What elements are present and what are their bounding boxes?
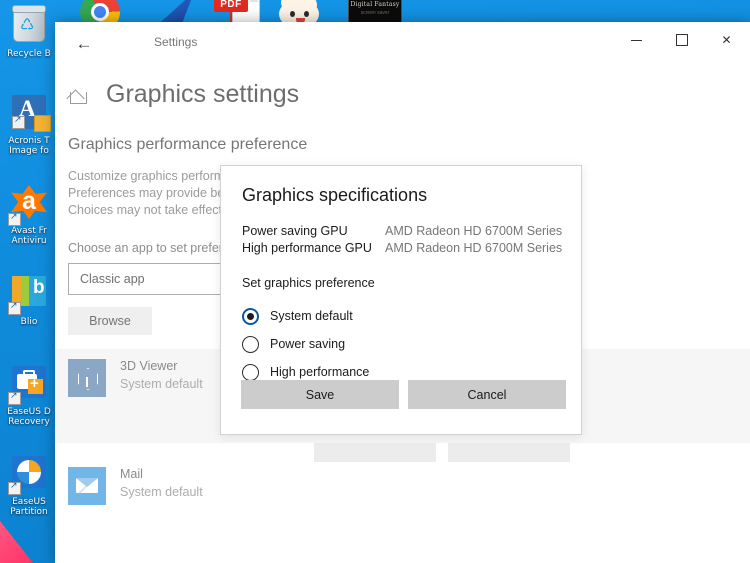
graphics-preference-radio-group: System default Power saving High perform…	[242, 302, 581, 386]
radio-label: Power saving	[270, 337, 346, 351]
shortcut-arrow-icon	[12, 114, 25, 129]
save-button[interactable]: Save	[241, 380, 399, 409]
app-item-name: Mail	[120, 467, 143, 481]
gpu-row-value: AMD Radeon HD 6700M Series	[385, 224, 563, 238]
maximize-icon	[675, 34, 688, 46]
desktop-icon-label: EaseUS Partition	[10, 497, 48, 517]
app-item-name: 3D Viewer	[120, 359, 178, 373]
shortcut-arrow-icon	[8, 480, 21, 495]
easeus-recovery-icon	[8, 366, 50, 406]
blio-icon	[8, 276, 50, 316]
easeus-partition-icon	[8, 456, 50, 496]
gpu-specifications-table: Power saving GPU AMD Radeon HD 6700M Ser…	[242, 223, 581, 257]
app-type-select-value: Classic app	[80, 272, 145, 286]
radio-button[interactable]	[242, 335, 259, 353]
minimize-icon	[631, 39, 642, 41]
radio-option-power-saving[interactable]: Power saving	[242, 330, 581, 358]
minimize-button[interactable]	[614, 22, 659, 58]
app-item-text: 3D Viewer System default	[120, 359, 203, 391]
gpu-row-value: AMD Radeon HD 6700M Series	[385, 241, 563, 255]
graphics-specifications-dialog: Graphics specifications Power saving GPU…	[220, 165, 582, 435]
dialog-actions: Save Cancel	[241, 380, 566, 409]
desktop-icon-label: Recycle B	[7, 49, 51, 59]
app-action-buttons	[314, 443, 570, 462]
home-icon[interactable]	[68, 86, 88, 104]
desktop-icon-blio[interactable]: Blio	[0, 272, 58, 327]
radio-button[interactable]	[242, 363, 259, 381]
radio-label: High performance	[270, 365, 370, 379]
close-button[interactable]: ✕	[704, 22, 749, 58]
cancel-button[interactable]: Cancel	[408, 380, 566, 409]
title-bar: ← Settings ✕	[55, 22, 750, 64]
cube-icon	[68, 359, 106, 397]
window-title: Settings	[154, 35, 198, 49]
digital-fantasy-sublabel: screen saver	[360, 10, 390, 16]
desktop-icon-avast[interactable]: Avast Fr Antiviru	[0, 182, 58, 246]
desktop-icon-recycle-bin[interactable]: Recycle B	[0, 4, 58, 59]
pdf-label: PDF	[214, 0, 248, 12]
desktop-icon-acronis[interactable]: Acronis T Image fo	[0, 92, 58, 156]
desktop-icon-label: Blio	[20, 317, 38, 327]
acronis-icon	[8, 95, 51, 135]
gpu-row-key: Power saving GPU	[242, 224, 348, 238]
digital-fantasy-label: Digital Fantasy	[350, 1, 400, 8]
envelope-icon	[68, 467, 106, 505]
app-remove-button[interactable]	[448, 443, 570, 462]
gpu-row: High performance GPU AMD Radeon HD 6700M…	[242, 240, 581, 257]
shortcut-arrow-icon	[8, 390, 21, 405]
gpu-row: Power saving GPU AMD Radeon HD 6700M Ser…	[242, 223, 581, 240]
shortcut-arrow-icon	[8, 300, 21, 315]
browse-button[interactable]: Browse	[68, 307, 152, 335]
radio-option-system-default[interactable]: System default	[242, 302, 581, 330]
app-list-item-mail[interactable]: Mail System default	[55, 457, 750, 529]
app-item-status: System default	[120, 485, 203, 499]
desktop-icon-label: EaseUS D Recovery	[7, 407, 51, 427]
desktop-icon-easeus-partition[interactable]: EaseUS Partition	[0, 452, 58, 517]
dialog-title: Graphics specifications	[242, 185, 428, 205]
maximize-button[interactable]	[659, 22, 704, 58]
radio-label: System default	[270, 309, 353, 323]
section-title: Graphics performance preference	[68, 136, 308, 153]
shortcut-arrow-icon	[8, 211, 21, 226]
app-item-status: System default	[120, 377, 203, 391]
desktop-icon-label: Avast Fr Antiviru	[11, 226, 47, 246]
app-options-button[interactable]	[314, 443, 436, 462]
recycle-bin-icon	[8, 5, 50, 48]
page-title: Graphics settings	[106, 80, 300, 108]
avast-icon	[8, 185, 50, 226]
desktop-icon-easeus-recovery[interactable]: EaseUS D Recovery	[0, 362, 58, 427]
desktop-icon-label: Acronis T Image fo	[8, 136, 50, 156]
page-header: Graphics settings	[55, 64, 750, 109]
radio-button[interactable]	[242, 307, 259, 325]
gpu-row-key: High performance GPU	[242, 241, 372, 255]
set-graphics-preference-label: Set graphics preference	[242, 276, 375, 290]
app-item-text: Mail System default	[120, 467, 203, 499]
back-button[interactable]: ←	[65, 30, 103, 58]
